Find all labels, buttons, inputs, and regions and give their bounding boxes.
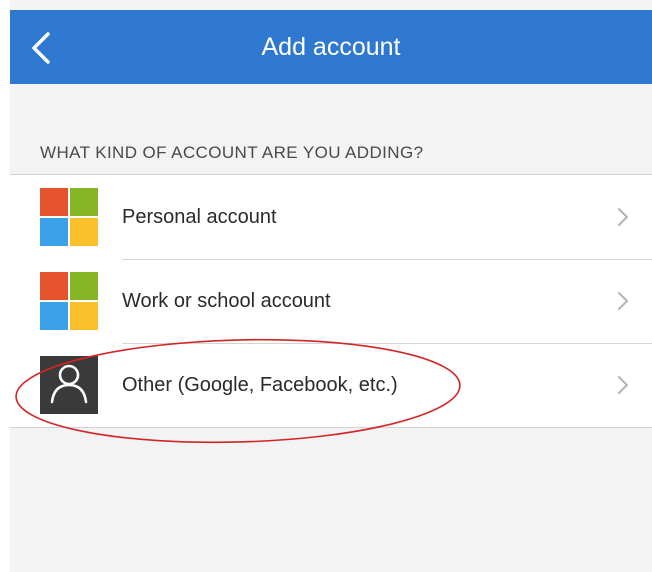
person-icon xyxy=(40,356,98,414)
microsoft-logo-icon xyxy=(40,188,98,246)
option-label: Other (Google, Facebook, etc.) xyxy=(122,374,398,396)
app-frame: Add account WHAT KIND OF ACCOUNT ARE YOU… xyxy=(10,0,652,572)
chevron-right-icon xyxy=(618,292,628,310)
personal-account-option[interactable]: Personal account xyxy=(10,175,652,259)
page-title: Add account xyxy=(261,33,401,61)
section-header: WHAT KIND OF ACCOUNT ARE YOU ADDING? xyxy=(40,143,424,162)
chevron-right-icon xyxy=(618,376,628,394)
account-type-list: Personal account Work or school account xyxy=(10,174,652,428)
option-label: Personal account xyxy=(122,206,277,228)
chevron-right-icon xyxy=(618,208,628,226)
option-label: Work or school account xyxy=(122,290,331,312)
other-account-option[interactable]: Other (Google, Facebook, etc.) xyxy=(10,343,652,427)
microsoft-logo-icon xyxy=(40,272,98,330)
navigation-bar: Add account xyxy=(10,10,652,84)
work-school-account-option[interactable]: Work or school account xyxy=(10,259,652,343)
